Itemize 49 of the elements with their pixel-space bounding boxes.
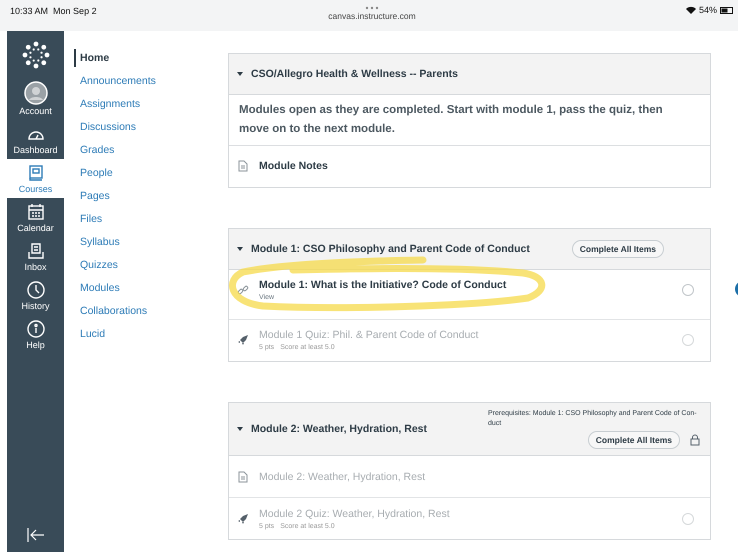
collapse-icon[interactable] (237, 426, 243, 432)
rocket-icon (237, 334, 249, 346)
module-item-link[interactable]: Module Notes (259, 160, 694, 172)
module-description: Modules open as they are completed. Start with module 1, pass the quiz, then move on to the next module. (229, 95, 710, 146)
course-nav-link[interactable]: Pages (74, 187, 110, 205)
wifi-icon (686, 6, 696, 14)
course-nav-link[interactable]: Home (74, 49, 110, 67)
course-nav-link[interactable]: Grades (74, 141, 114, 159)
course-nav-link[interactable]: Collaborations (74, 302, 148, 320)
module-title[interactable]: CSO/Allegro Health & Wellness -- Parents (251, 68, 700, 80)
course-nav-link[interactable]: Discussions (74, 118, 136, 136)
collapse-nav-icon[interactable] (26, 528, 44, 542)
collapse-icon[interactable] (237, 246, 243, 252)
nav-item[interactable]: Help (7, 315, 64, 354)
course-nav-link[interactable]: Syllabus (74, 233, 120, 251)
url-text[interactable]: canvas.instructure.com (328, 11, 416, 21)
nav-item[interactable]: Dashboard (7, 120, 64, 159)
course-nav-link[interactable]: Files (74, 210, 102, 228)
course-nav-link[interactable]: Announcements (74, 72, 156, 90)
requirement-pill: Complete All Items (588, 431, 680, 450)
requirement-pill: Complete All Items (572, 240, 664, 258)
calendar-icon (26, 202, 46, 222)
course-nav-link[interactable]: People (74, 164, 113, 182)
avatar-icon (24, 81, 48, 105)
course-nav-link[interactable]: Lucid (74, 325, 106, 343)
module-title[interactable]: Module 1: CSO Philosophy and Parent Code of Conduct (251, 242, 564, 255)
nav-item[interactable]: History (7, 276, 64, 315)
nav-item[interactable]: Inbox (7, 237, 64, 276)
course-nav-link[interactable]: Modules (74, 279, 120, 297)
course-nav-link[interactable]: Quizzes (74, 256, 118, 274)
nav-item[interactable]: Account (7, 77, 64, 120)
more-icon[interactable] (365, 5, 379, 11)
nav-item[interactable]: Courses (7, 159, 64, 198)
nav-item[interactable]: Calendar (7, 198, 64, 237)
clock-icon (26, 280, 46, 300)
module-item-link[interactable]: Module 1: What is the Initiative? Code of Conduct (259, 279, 672, 292)
rocket-icon (237, 512, 249, 525)
document-icon (237, 470, 249, 483)
document-icon (237, 160, 249, 172)
collapse-icon[interactable] (237, 71, 243, 77)
logo-icon[interactable] (22, 41, 50, 69)
status-time: 10:33 AM Mon Sep 2 (10, 5, 98, 16)
inbox-icon (26, 241, 46, 261)
battery-icon (720, 6, 734, 14)
link-icon (237, 284, 249, 296)
battery-text: 54% (698, 5, 717, 15)
course-nav-link[interactable]: Assignments (74, 95, 140, 113)
info-icon (26, 319, 46, 339)
module-title[interactable]: Module 2: Weather, Hydration, Rest (251, 423, 480, 436)
